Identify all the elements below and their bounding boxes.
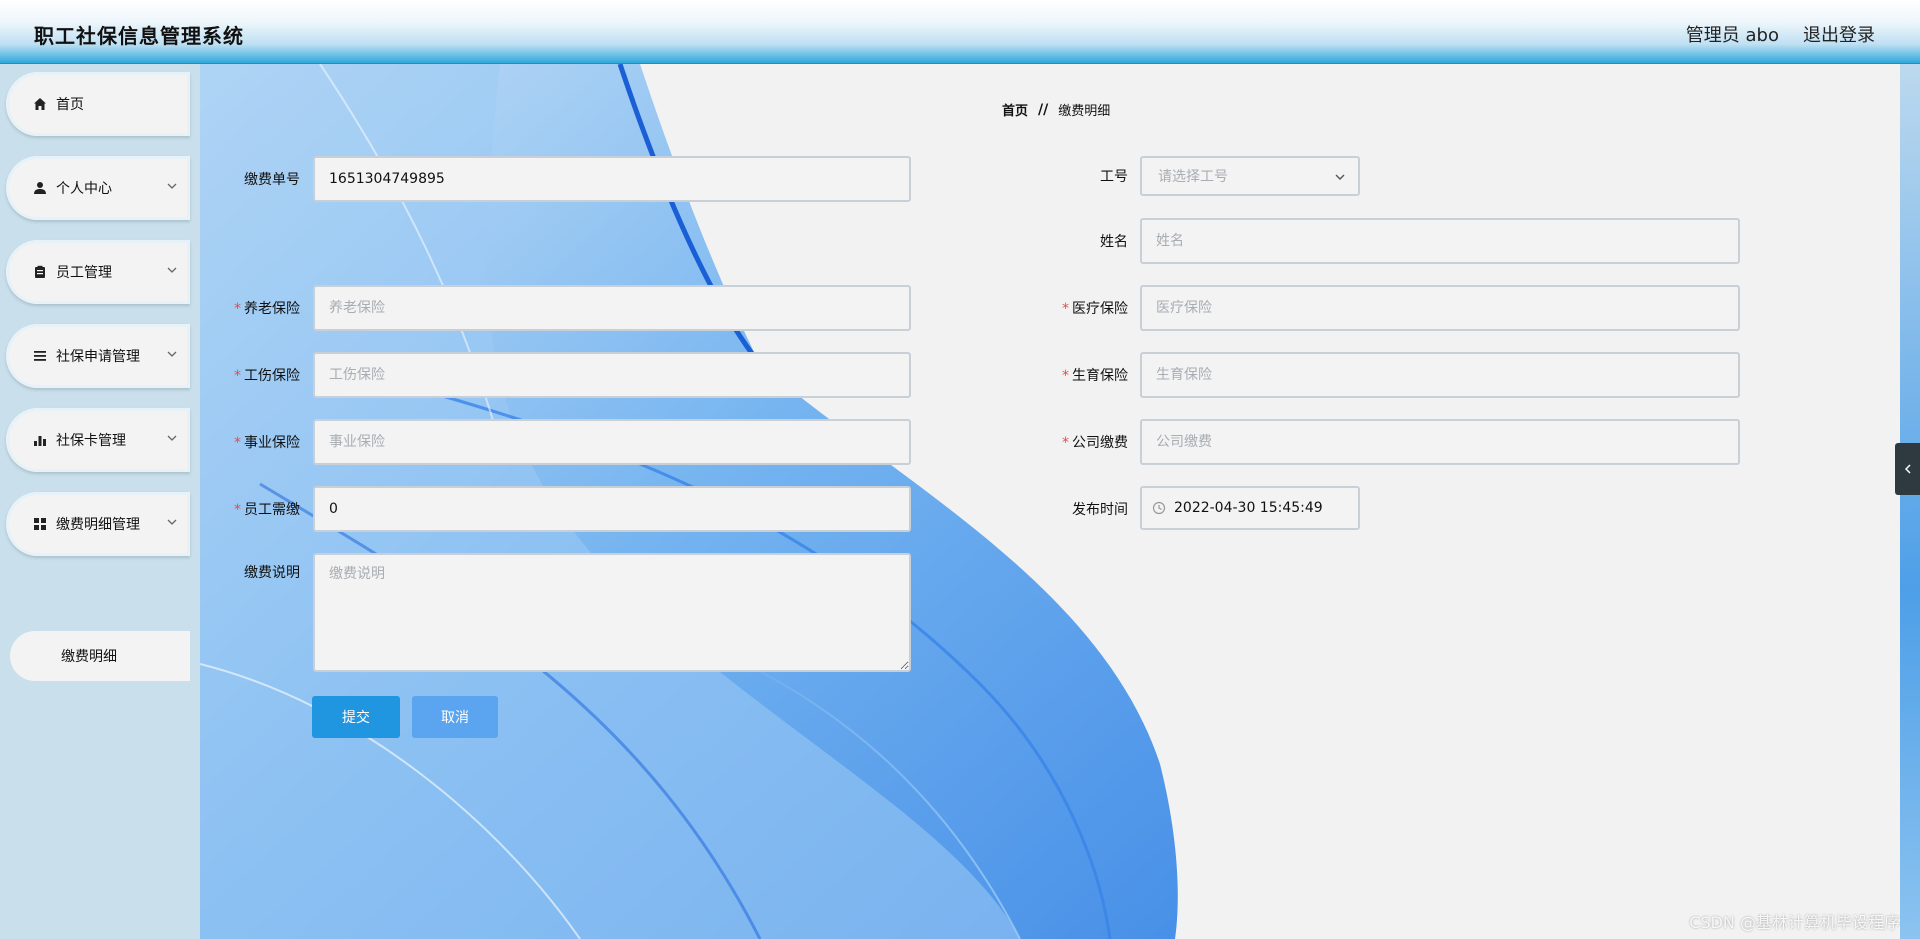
injury-input[interactable]	[313, 352, 911, 398]
chevron-down-icon	[1335, 174, 1345, 180]
breadcrumb-home[interactable]: 首页	[1002, 100, 1028, 119]
sidebar-item-label: 员工管理	[56, 265, 112, 281]
medical-label: * 医疗保险	[1062, 301, 1128, 317]
name-input[interactable]	[1140, 218, 1740, 264]
employee-due-label: * 员工需缴	[234, 502, 300, 518]
bar-chart-icon	[32, 432, 48, 448]
publish-time-picker[interactable]: 2022-04-30 15:45:49	[1140, 486, 1360, 530]
pension-label: * 养老保险	[234, 301, 300, 317]
maternity-input[interactable]	[1140, 352, 1740, 398]
top-header: 职工社保信息管理系统 管理员 abo 退出登录	[0, 0, 1920, 64]
sidebar-item-label: 首页	[56, 97, 84, 113]
logout-link[interactable]: 退出登录	[1803, 21, 1875, 47]
sidebar-item-social-card-management[interactable]: 社保卡管理	[6, 408, 190, 472]
name-label: 姓名	[1100, 234, 1128, 250]
medical-input[interactable]	[1140, 285, 1740, 331]
publish-time-label: 发布时间	[1072, 502, 1128, 518]
sidebar-item-label: 社保卡管理	[56, 433, 126, 449]
home-icon	[32, 96, 48, 112]
sidebar-item-social-application-management[interactable]: 社保申请管理	[6, 324, 190, 388]
sidebar-subitem-payment-detail[interactable]: 缴费明细	[10, 631, 190, 681]
bill-no-input[interactable]	[313, 156, 911, 202]
list-icon	[32, 348, 48, 364]
chevron-down-icon	[167, 519, 177, 525]
grid-icon	[32, 516, 48, 532]
emp-no-label: 工号	[1100, 169, 1128, 185]
app-title: 职工社保信息管理系统	[34, 24, 244, 48]
chevron-down-icon	[167, 435, 177, 441]
company-payment-input[interactable]	[1140, 419, 1740, 465]
unemployment-input[interactable]	[313, 419, 911, 465]
remark-textarea[interactable]	[313, 553, 911, 672]
employee-due-input[interactable]	[313, 486, 911, 532]
chevron-left-icon	[1904, 464, 1911, 474]
user-icon	[32, 180, 48, 196]
breadcrumb-current: 缴费明细	[1058, 104, 1111, 119]
sidebar-item-personal-center[interactable]: 个人中心	[6, 156, 190, 220]
sidebar: 首页 个人中心 员工管理 社保申请管理 社保卡管理 缴费明细管理 缴费明细	[0, 64, 200, 939]
sidebar-item-label: 社保申请管理	[56, 349, 140, 365]
right-edge-strip	[1900, 64, 1920, 939]
unemployment-label: * 事业保险	[234, 435, 300, 451]
breadcrumb-separator: //	[1038, 101, 1049, 118]
publish-time-value: 2022-04-30 15:45:49	[1174, 500, 1323, 516]
sidebar-subitem-label: 缴费明细	[61, 649, 117, 665]
sidebar-item-home[interactable]: 首页	[6, 72, 190, 136]
sidebar-item-employee-management[interactable]: 员工管理	[6, 240, 190, 304]
chevron-down-icon	[167, 183, 177, 189]
maternity-label: * 生育保险	[1062, 368, 1128, 384]
company-payment-label: * 公司缴费	[1062, 435, 1128, 451]
emp-no-select[interactable]: 请选择工号	[1140, 156, 1360, 196]
chevron-down-icon	[167, 351, 177, 357]
breadcrumb: 首页 // 缴费明细	[1002, 100, 1111, 120]
injury-label: * 工伤保险	[234, 368, 300, 384]
sidebar-item-label: 个人中心	[56, 181, 112, 197]
chevron-down-icon	[167, 267, 177, 273]
cancel-button[interactable]: 取消	[412, 696, 498, 738]
remark-label: 缴费说明	[244, 565, 300, 581]
bill-no-label: 缴费单号	[244, 172, 300, 188]
clipboard-icon	[32, 264, 48, 280]
sidebar-item-label: 缴费明细管理	[56, 517, 140, 533]
header-user-area: 管理员 abo 退出登录	[1686, 21, 1875, 47]
collapse-panel-button[interactable]	[1895, 443, 1920, 495]
watermark-text: CSDN @基林计算机毕设程序	[1689, 913, 1900, 932]
sidebar-item-payment-detail-management[interactable]: 缴费明细管理	[6, 492, 190, 556]
emp-no-placeholder: 请选择工号	[1158, 169, 1228, 185]
clock-icon	[1152, 501, 1166, 515]
pension-input[interactable]	[313, 285, 911, 331]
admin-user-label[interactable]: 管理员 abo	[1686, 21, 1779, 47]
submit-button[interactable]: 提交	[312, 696, 400, 738]
